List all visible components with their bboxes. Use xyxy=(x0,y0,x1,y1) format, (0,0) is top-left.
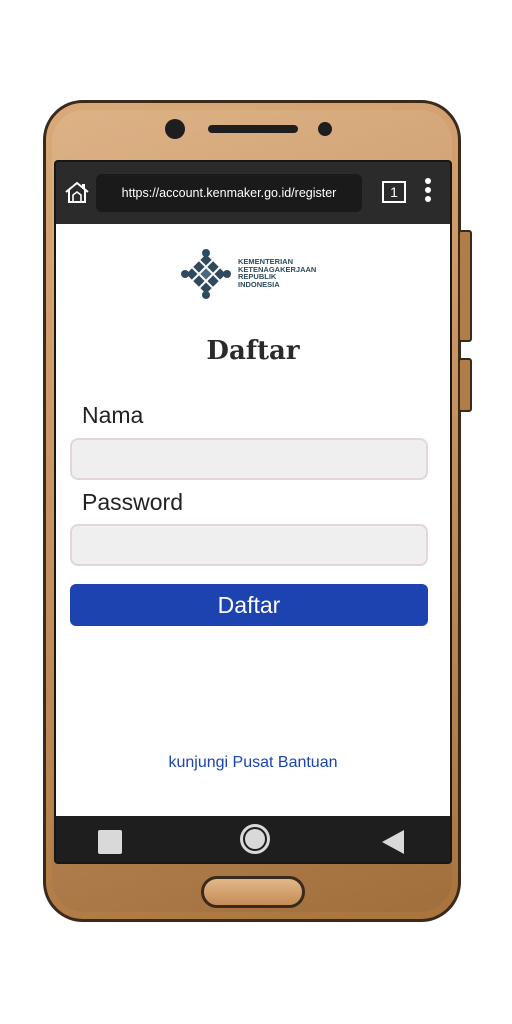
recent-apps-icon[interactable] xyxy=(98,830,122,854)
password-input[interactable] xyxy=(70,524,428,566)
name-input[interactable] xyxy=(70,438,428,480)
browser-toolbar: https://account.kenmaker.go.id/register … xyxy=(56,162,450,224)
web-content: KEMENTERIAN KETENAGAKERJAAN REPUBLIK IND… xyxy=(56,224,450,816)
register-button[interactable]: Daftar xyxy=(70,584,428,626)
phone-screen: https://account.kenmaker.go.id/register … xyxy=(54,160,452,864)
front-camera xyxy=(165,119,185,139)
name-label: Nama xyxy=(82,402,144,428)
help-center-link[interactable]: kunjungi Pusat Bantuan xyxy=(56,754,450,772)
physical-home-button[interactable] xyxy=(201,876,305,908)
tab-switcher-button[interactable]: 1 xyxy=(382,181,406,203)
ministry-logo-text: KEMENTERIAN KETENAGAKERJAAN REPUBLIK IND… xyxy=(238,258,316,288)
password-label: Password xyxy=(82,489,183,515)
url-bar[interactable]: https://account.kenmaker.go.id/register xyxy=(96,174,362,212)
home-icon[interactable] xyxy=(64,179,90,205)
back-icon[interactable] xyxy=(382,830,404,854)
volume-button[interactable] xyxy=(458,230,472,342)
more-menu-icon[interactable] xyxy=(424,178,432,208)
page-title: Daftar xyxy=(206,336,300,366)
power-button[interactable] xyxy=(458,358,472,412)
sensor xyxy=(318,122,332,136)
logo-line: INDONESIA xyxy=(238,279,280,289)
speaker-grille xyxy=(208,125,298,133)
home-nav-icon-inner xyxy=(245,829,265,849)
android-nav-bar xyxy=(56,816,450,862)
ministry-logo-icon xyxy=(180,248,232,300)
